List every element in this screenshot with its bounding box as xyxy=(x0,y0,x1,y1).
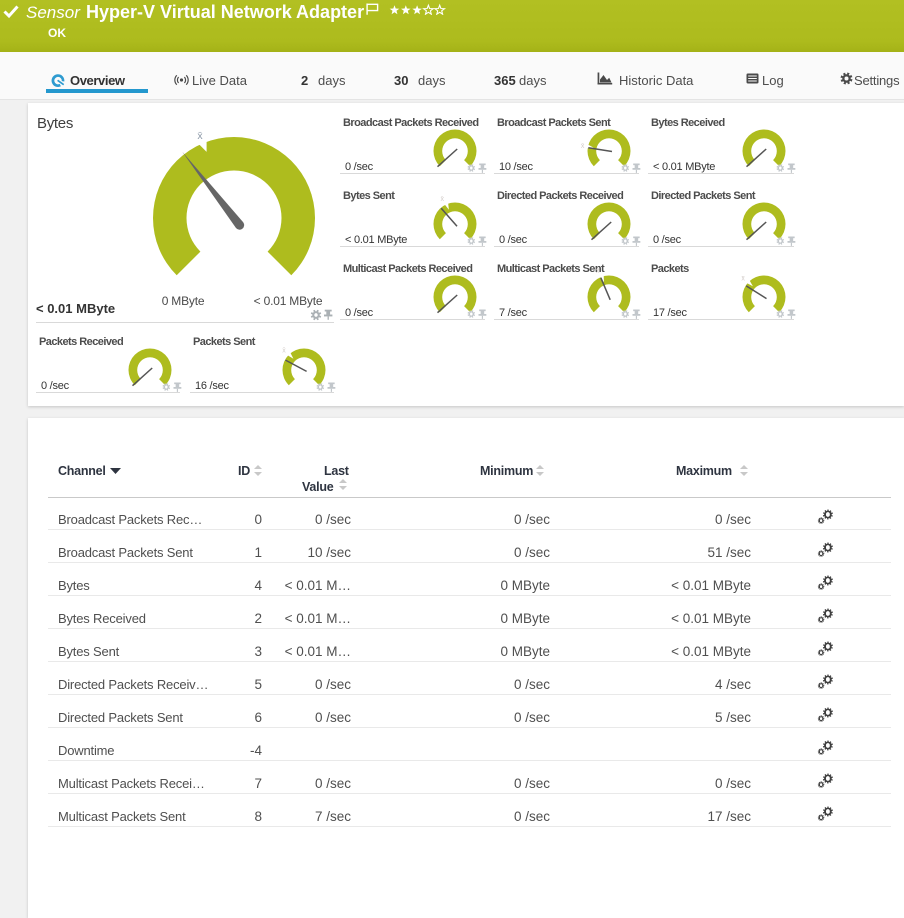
svg-text:x̄: x̄ xyxy=(596,268,600,275)
svg-text:x̄: x̄ xyxy=(440,196,444,203)
svg-text:x̄: x̄ xyxy=(282,348,286,355)
svg-text:x̄: x̄ xyxy=(197,130,203,142)
svg-text:x̄: x̄ xyxy=(581,143,585,150)
svg-text:x̄: x̄ xyxy=(741,276,745,283)
